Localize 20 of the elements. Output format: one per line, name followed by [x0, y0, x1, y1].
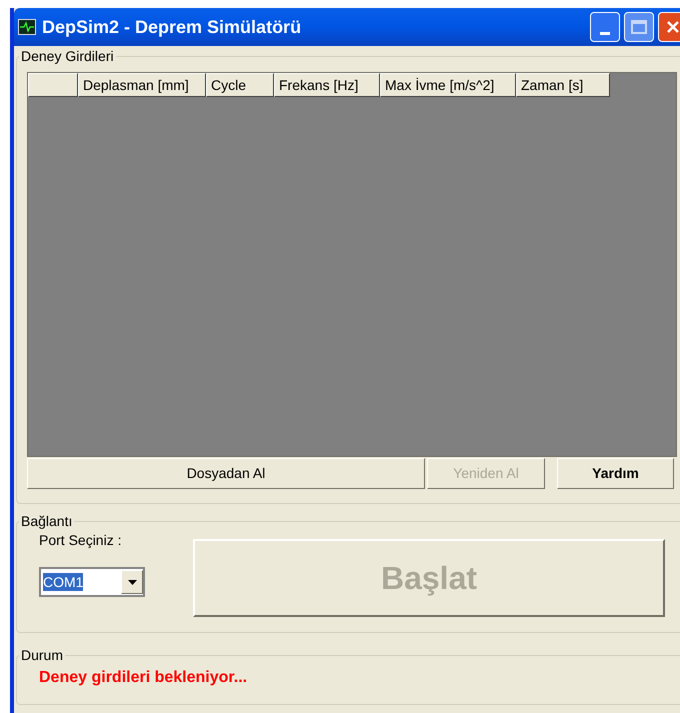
dropdown-button[interactable]	[121, 570, 143, 594]
close-button[interactable]	[658, 12, 680, 42]
port-label: Port Seçiniz :	[39, 531, 122, 550]
command-button[interactable]: Yardım	[557, 458, 674, 489]
command-button[interactable]: Dosyadan Al	[27, 458, 425, 489]
status-message: Deney girdileri bekleniyor...	[39, 669, 248, 686]
caret-icon	[128, 580, 136, 584]
column-header[interactable]: Max İvme [m/s^2]	[380, 73, 516, 97]
window-title: DepSim2 - Deprem Simülatörü	[42, 16, 302, 39]
port-value: COM1	[43, 573, 84, 591]
column-header[interactable]: Zaman [s]	[516, 73, 610, 97]
close-icon	[666, 20, 680, 34]
minimize-button[interactable]	[590, 12, 620, 42]
column-header[interactable]: Frekans [Hz]	[274, 73, 380, 97]
maximize-button[interactable]	[624, 12, 654, 42]
port-dropdown[interactable]: COM1	[39, 567, 145, 597]
app-icon	[18, 19, 36, 35]
column-header[interactable]	[28, 73, 78, 97]
column-header[interactable]: Cycle	[206, 73, 274, 97]
column-header[interactable]: Deplasman [mm]	[78, 73, 206, 97]
